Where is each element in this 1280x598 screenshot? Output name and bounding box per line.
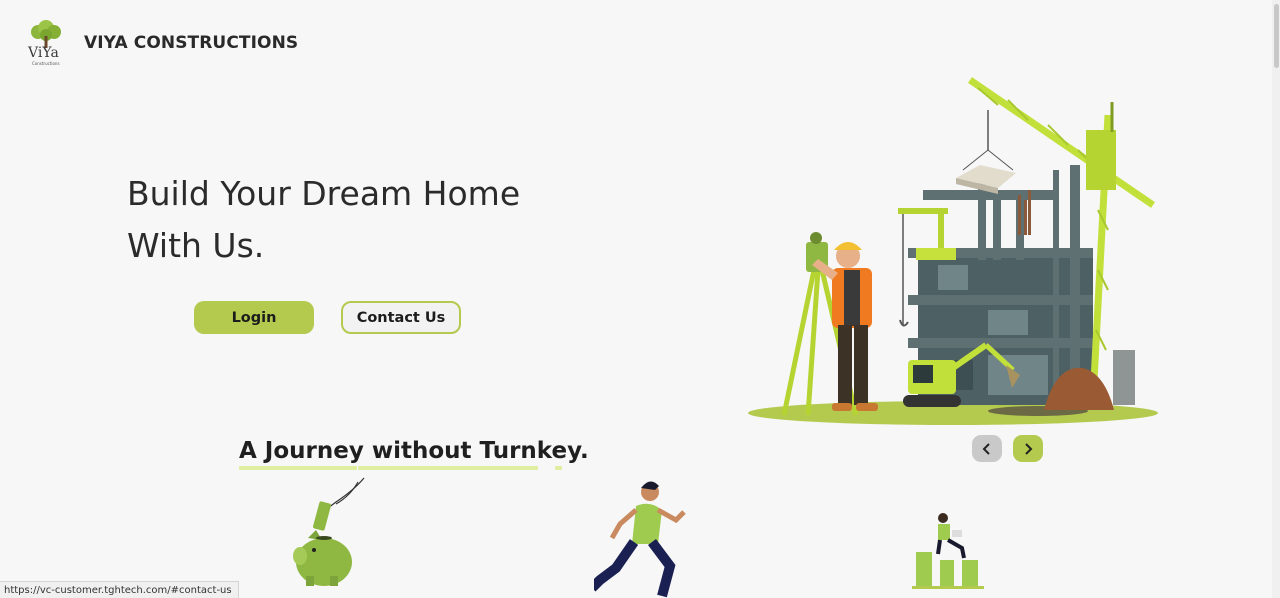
title-underline — [555, 466, 562, 470]
growth-chart-illustration — [908, 508, 988, 598]
hero-title: Build Your Dream Home With Us. — [127, 168, 587, 272]
status-bar-url: https://vc-customer.tghtech.com/#contact… — [0, 581, 239, 598]
hero-title-line1: Build Your Dream Home — [127, 174, 521, 213]
growth-chart-icon — [912, 513, 984, 589]
running-man-icon — [588, 481, 686, 598]
logo-text: ViYa — [27, 45, 59, 61]
construction-site-icon — [748, 77, 1158, 425]
running-man-illustration — [588, 480, 694, 598]
journey-title: A Journey without Turnkey. — [239, 438, 589, 464]
piggy-bank-icon — [293, 477, 365, 586]
chevron-left-icon — [982, 442, 990, 455]
title-underline — [358, 466, 538, 470]
login-button[interactable]: Login — [194, 301, 314, 334]
logo-subtext: Constructions — [32, 61, 60, 66]
scrollbar[interactable] — [1272, 0, 1280, 598]
carousel-next-button[interactable] — [1013, 435, 1043, 462]
hero-title-line2: With Us. — [127, 226, 265, 265]
tree-logo-icon: ViYa Constructions — [27, 20, 61, 66]
title-underline — [239, 466, 357, 470]
contact-us-button[interactable]: Contact Us — [341, 301, 461, 334]
chevron-right-icon — [1025, 442, 1033, 455]
carousel-prev-button[interactable] — [972, 435, 1002, 462]
brand-name[interactable]: VIYA CONSTRUCTIONS — [84, 33, 298, 53]
logo[interactable]: ViYa Constructions — [26, 20, 68, 68]
scrollbar-thumb[interactable] — [1274, 4, 1279, 68]
construction-illustration — [748, 70, 1164, 430]
piggy-bank-illustration — [288, 476, 372, 592]
